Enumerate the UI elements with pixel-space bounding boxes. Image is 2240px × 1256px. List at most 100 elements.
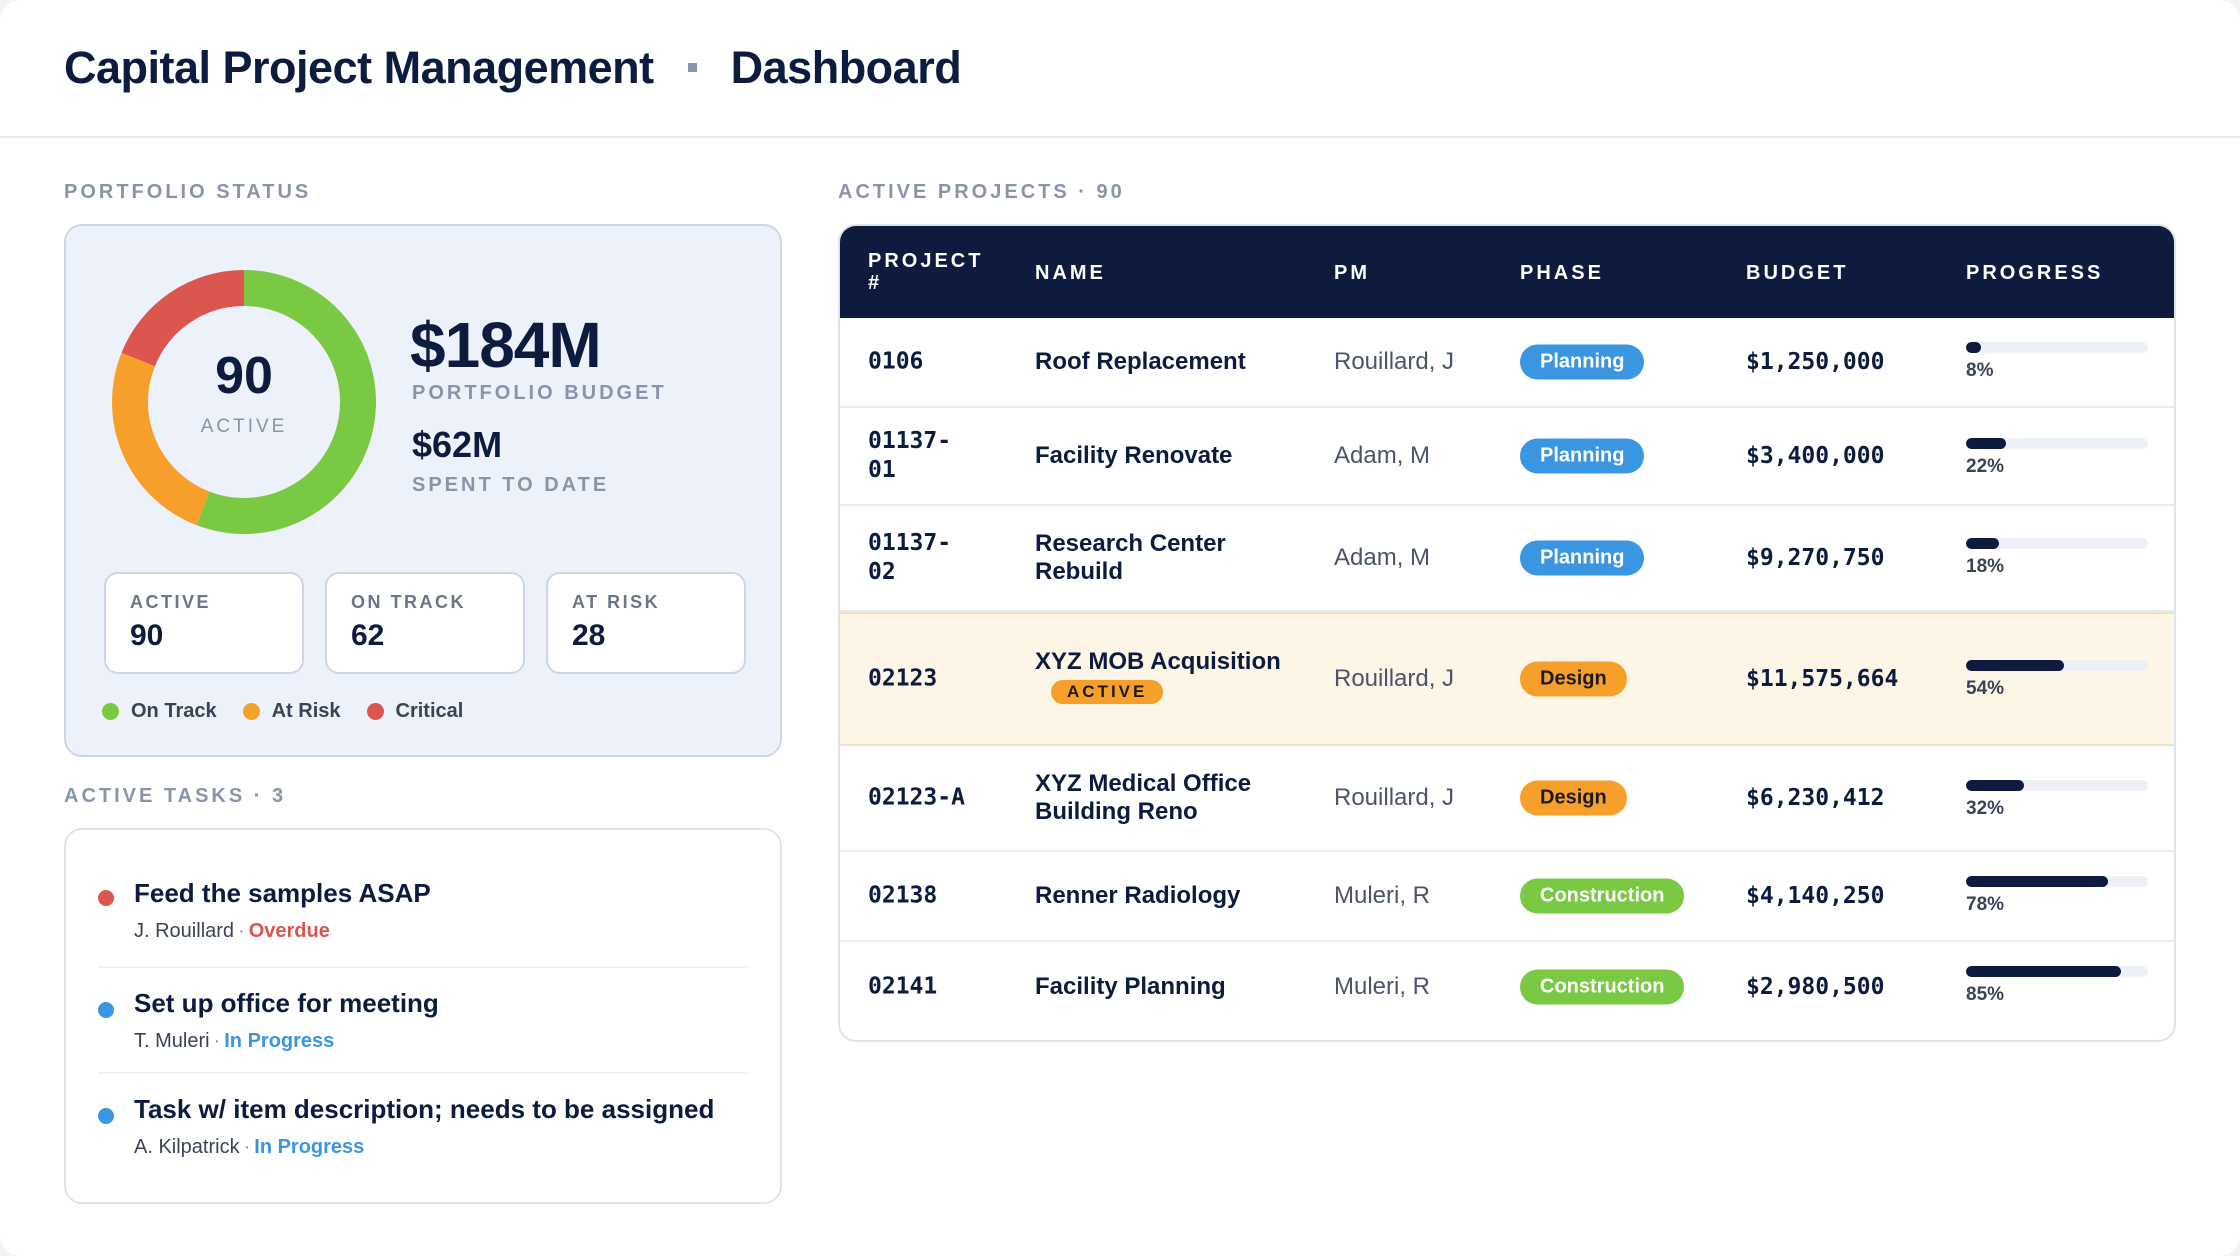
task-meta: A. Kilpatrick · In Progress <box>134 1136 365 1158</box>
table-row[interactable]: 0106 Roof Replacement Rouillard, J Plann… <box>840 318 2174 408</box>
project-name[interactable]: Roof Replacement <box>1035 348 1285 376</box>
project-number: 01137-02 <box>868 530 952 585</box>
project-pm: Muleri, R <box>1334 973 1431 1000</box>
project-budget: $11,575,664 <box>1746 666 1899 692</box>
portfolio-section-label: PORTFOLIO STATUS <box>64 181 312 203</box>
progress-cell: 22% <box>1966 438 2148 478</box>
stat-at-risk[interactable]: AT RISK 28 <box>546 572 746 674</box>
task-assignee: A. Kilpatrick <box>134 1136 240 1158</box>
project-number: 02141 <box>868 973 938 1000</box>
legend-dot <box>102 703 119 720</box>
progress-label: 78% <box>1966 894 2005 915</box>
task-item[interactable]: Task w/ item description; needs to be as… <box>98 1074 748 1180</box>
project-budget: $9,270,750 <box>1746 545 1885 571</box>
stat-label: AT RISK <box>572 592 661 612</box>
donut-center: 90 ACTIVE <box>112 270 376 534</box>
project-name: XYZ MOB Acquisition <box>1035 648 1281 676</box>
legend-dot <box>242 703 260 720</box>
title-separator <box>687 62 697 72</box>
project-number: 02123 <box>868 665 938 692</box>
progress-bar <box>1966 342 2148 353</box>
project-name-cell[interactable]: XYZ MOB Acquisition ACTIVE <box>1035 648 1285 705</box>
progress-label: 32% <box>1966 798 2005 819</box>
project-budget: $6,230,412 <box>1746 785 1885 811</box>
table-row[interactable]: 02123-A XYZ Medical Office Building Reno… <box>840 746 2174 852</box>
stat-label: ACTIVE <box>130 592 212 612</box>
phase-badge: Design <box>1520 661 1627 697</box>
task-meta: T. Muleri · In Progress <box>134 1030 335 1052</box>
phase-cell: Planning <box>1520 540 1645 576</box>
progress-bar-fill <box>1966 876 2108 887</box>
phase-cell: Planning <box>1520 438 1645 474</box>
column-header-name[interactable]: NAME <box>1035 262 1106 285</box>
stat-active[interactable]: ACTIVE 90 <box>104 572 304 674</box>
task-status: In Progress <box>224 1030 335 1052</box>
table-row[interactable]: 01137-02 Research Center Rebuild Adam, M… <box>840 506 2174 612</box>
column-header-progress[interactable]: PROGRESS <box>1966 262 2103 285</box>
progress-cell: 32% <box>1966 780 2148 820</box>
stat-label: ON TRACK <box>351 592 466 612</box>
column-header-number[interactable]: PROJECT # <box>868 250 980 294</box>
project-number: 01137-01 <box>868 428 952 483</box>
app-title: Capital Project Management <box>64 42 654 93</box>
project-number: 02123-A <box>868 784 965 811</box>
spent-to-date-label: SPENT TO DATE <box>412 474 610 496</box>
project-pm: Adam, M <box>1334 544 1431 571</box>
phase-cell: Construction <box>1520 878 1685 914</box>
progress-label: 54% <box>1966 678 2005 699</box>
progress-cell: 18% <box>1966 538 2148 578</box>
phase-cell: Planning <box>1520 344 1645 380</box>
progress-bar <box>1966 660 2148 671</box>
task-item[interactable]: Feed the samples ASAP J. Rouillard · Overd… <box>98 862 748 968</box>
task-status-dot <box>98 890 114 906</box>
table-row[interactable]: 02138 Renner Radiology Muleri, R Constru… <box>840 852 2174 942</box>
progress-bar <box>1966 966 2148 977</box>
table-row[interactable]: 01137-01 Facility Renovate Adam, M Plann… <box>840 408 2174 506</box>
legend-item-at-risk: At Risk <box>242 700 341 723</box>
stat-value: 62 <box>351 619 385 652</box>
progress-label: 22% <box>1966 456 2005 477</box>
project-name[interactable]: XYZ Medical Office Building Reno <box>1035 770 1285 826</box>
phase-badge: Design <box>1520 780 1627 816</box>
page-title: Capital Project Management Dashboard <box>64 42 962 94</box>
project-budget: $1,250,000 <box>1746 349 1885 375</box>
legend-label: At Risk <box>271 700 341 722</box>
progress-cell: 8% <box>1966 342 2148 382</box>
stat-on-track[interactable]: ON TRACK 62 <box>325 572 525 674</box>
legend-item-on-track: On Track <box>102 700 217 723</box>
active-count: 90 <box>215 347 273 405</box>
phase-cell: Design <box>1520 661 1627 697</box>
progress-bar-fill <box>1966 342 1981 353</box>
phase-badge: Planning <box>1520 344 1645 380</box>
spent-to-date-value: $62M <box>412 424 503 465</box>
column-header-phase[interactable]: PHASE <box>1520 262 1604 285</box>
progress-label: 8% <box>1966 360 1994 381</box>
project-name[interactable]: Facility Planning <box>1035 973 1285 1001</box>
table-row[interactable]: 02141 Facility Planning Muleri, R Constr… <box>840 942 2174 1032</box>
project-pm: Muleri, R <box>1334 882 1431 909</box>
table-row-selected[interactable]: 02123 XYZ MOB Acquisition ACTIVE Rouilla… <box>840 612 2174 746</box>
legend-label: Critical <box>395 700 464 722</box>
project-budget: $3,400,000 <box>1746 443 1885 469</box>
project-name[interactable]: Facility Renovate <box>1035 442 1285 470</box>
phase-badge: Construction <box>1520 878 1685 914</box>
legend-label: On Track <box>131 700 217 722</box>
active-badge: ACTIVE <box>1051 680 1164 705</box>
column-header-budget[interactable]: BUDGET <box>1746 262 1848 285</box>
project-name[interactable]: Research Center Rebuild <box>1035 530 1285 586</box>
projects-table: PROJECT # NAME PM PHASE BUDGET PROGRESS … <box>838 224 2176 1042</box>
stat-value: 28 <box>572 619 606 652</box>
portfolio-budget-value: $184M <box>410 309 602 381</box>
page-header: Capital Project Management Dashboard <box>0 0 2240 138</box>
column-header-pm[interactable]: PM <box>1334 262 1370 285</box>
task-status-dot <box>98 1002 114 1018</box>
project-pm: Rouillard, J <box>1334 665 1455 692</box>
phase-badge: Construction <box>1520 969 1685 1005</box>
progress-bar-fill <box>1966 966 2121 977</box>
phase-cell: Construction <box>1520 969 1685 1005</box>
task-item[interactable]: Set up office for meeting T. Muleri · In P… <box>98 968 748 1074</box>
progress-bar <box>1966 438 2148 449</box>
task-meta: J. Rouillard · Overdue <box>134 920 330 942</box>
legend-item-critical: Critical <box>366 700 464 723</box>
project-name[interactable]: Renner Radiology <box>1035 882 1285 910</box>
